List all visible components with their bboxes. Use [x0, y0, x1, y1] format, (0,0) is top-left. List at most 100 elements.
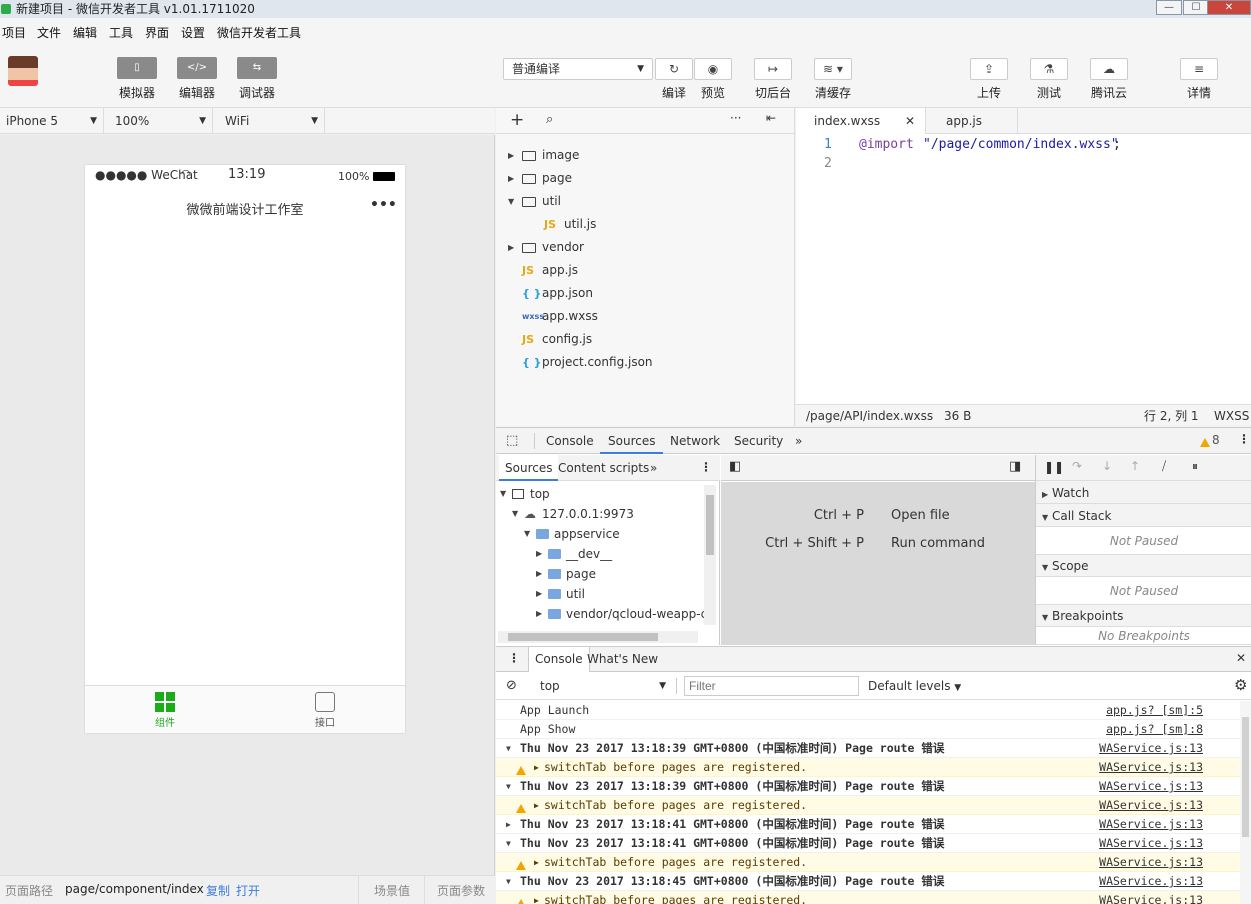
caret-down-icon[interactable]: ▼	[506, 872, 511, 891]
scene-button[interactable]: 场景值	[374, 882, 410, 899]
file-tree-item-vendor[interactable]: ▶ vendor	[496, 236, 795, 259]
console-log-row[interactable]: ▼ Thu Nov 23 2017 13:18:41 GMT+0800 (中国标准…	[496, 834, 1240, 853]
pause-exceptions-icon[interactable]: ⏸	[1192, 459, 1198, 474]
background-button[interactable]: ↦	[754, 58, 792, 80]
breakpoints-pane-header[interactable]: ▼ Breakpoints	[1036, 605, 1251, 627]
horizontal-scrollbar[interactable]	[498, 631, 698, 643]
caret-down-icon[interactable]: ▼	[508, 190, 514, 213]
kebab-menu-icon[interactable]: ⋮	[1238, 432, 1250, 446]
console-warning-row[interactable]: ▶ switchTab before pages are registered. W…	[496, 853, 1240, 872]
sources-tree-item[interactable]: ▼ top	[496, 484, 706, 504]
watch-pane-header[interactable]: ▶ Watch	[1036, 482, 1251, 504]
maximize-button[interactable]: ☐	[1183, 0, 1209, 15]
console-log-row[interactable]: App Launch app.js? [sm]:5	[496, 701, 1240, 720]
upload-button[interactable]: ⇪	[970, 58, 1008, 80]
file-tree-item-image[interactable]: ▶ image	[496, 144, 795, 167]
avatar[interactable]	[8, 56, 38, 86]
filter-input[interactable]	[684, 676, 859, 696]
phone-screen[interactable]: ●●●●● WeChat ◠ 13:19 100% 微微前端设计工作室 ••• …	[85, 165, 405, 733]
zoom-select[interactable]: 100% ▼	[109, 108, 213, 134]
console-source-link[interactable]: WAService.js:13	[1099, 758, 1203, 777]
clear-console-icon[interactable]: ⊘	[506, 678, 517, 693]
menu-item-view[interactable]: 界面	[145, 24, 169, 41]
compile-button[interactable]: ↻	[655, 58, 693, 80]
file-tree-item-util-js[interactable]: JS util.js	[496, 213, 795, 236]
open-path-link[interactable]: 打开	[236, 882, 260, 899]
caret-down-icon[interactable]: ▼	[500, 484, 506, 504]
caret-down-icon[interactable]: ▼	[524, 524, 530, 544]
sources-tree-item[interactable]: ▼ appservice	[496, 524, 706, 544]
search-icon[interactable]: ⌕	[546, 112, 553, 127]
caret-down-icon[interactable]: ▼	[512, 504, 518, 524]
page-params-button[interactable]: 页面参数	[437, 882, 485, 899]
step-into-icon[interactable]: ↓	[1102, 459, 1112, 473]
tab-index-wxss[interactable]: index.wxss ✕	[796, 108, 926, 134]
log-levels-select[interactable]: Default levels ▼	[868, 676, 961, 696]
more-tabs-button[interactable]: »	[650, 461, 657, 475]
sources-tree-item[interactable]: ▶ util	[496, 584, 706, 604]
caret-right-icon[interactable]: ▶	[534, 796, 539, 815]
caret-right-icon[interactable]: ▶	[534, 891, 539, 904]
sources-tree-item[interactable]: ▶ page	[496, 564, 706, 584]
tab-sources-nav[interactable]: Sources	[499, 455, 559, 481]
console-source-link[interactable]: WAService.js:13	[1099, 872, 1203, 891]
caret-right-icon[interactable]: ▶	[536, 544, 542, 564]
console-warning-row[interactable]: ▶ switchTab before pages are registered. W…	[496, 891, 1240, 904]
step-out-icon[interactable]: ↑	[1130, 459, 1140, 473]
menu-item-tools[interactable]: 工具	[109, 24, 133, 41]
caret-down-icon[interactable]: ▼	[506, 777, 511, 796]
tab-sources[interactable]: Sources	[600, 428, 664, 454]
sources-tree-item[interactable]: ▶ vendor/qcloud-weapp-cli	[496, 604, 714, 624]
console-source-link[interactable]: WAService.js:13	[1099, 777, 1203, 796]
file-tree-item-page[interactable]: ▶ page	[496, 167, 795, 190]
toggle-navigator-icon[interactable]: ◧	[729, 459, 741, 474]
file-tree-item-app-js[interactable]: JS app.js	[496, 259, 795, 282]
more-icon[interactable]: ···	[730, 111, 741, 125]
details-button[interactable]: ≡	[1180, 58, 1218, 80]
console-source-link[interactable]: WAService.js:13	[1099, 739, 1203, 758]
close-drawer-icon[interactable]: ✕	[1236, 651, 1246, 665]
menu-item-file[interactable]: 文件	[37, 24, 61, 41]
sources-tree-item[interactable]: ▶ __dev__	[496, 544, 706, 564]
close-window-button[interactable]: ✕	[1207, 0, 1251, 15]
toggle-debugger-icon[interactable]: ◨	[1009, 459, 1021, 474]
kebab-menu-icon[interactable]: ⋮	[508, 651, 520, 665]
scope-pane-header[interactable]: ▼ Scope	[1036, 555, 1251, 577]
menu-item-project[interactable]: 项目	[2, 24, 26, 41]
scrollbar[interactable]	[704, 485, 716, 625]
menu-item-edit[interactable]: 编辑	[73, 24, 97, 41]
close-icon[interactable]: ✕	[905, 108, 915, 134]
menu-item-settings[interactable]: 设置	[181, 24, 205, 41]
simulator-toggle[interactable]: ▯	[117, 57, 157, 79]
file-tree-item-app-wxss[interactable]: wxss app.wxss	[496, 305, 795, 328]
console-log-row[interactable]: ▶ Thu Nov 23 2017 13:18:41 GMT+0800 (中国标准…	[496, 815, 1240, 834]
console-log-row[interactable]: ▼ Thu Nov 23 2017 13:18:45 GMT+0800 (中国标准…	[496, 872, 1240, 891]
call-stack-pane-header[interactable]: ▼ Call Stack	[1036, 505, 1251, 527]
tab-security[interactable]: Security	[734, 428, 783, 454]
copy-path-link[interactable]: 复制	[206, 882, 230, 899]
caret-right-icon[interactable]: ▶	[536, 584, 542, 604]
console-warning-row[interactable]: ▶ switchTab before pages are registered. W…	[496, 796, 1240, 815]
console-source-link[interactable]: app.js? [sm]:5	[1106, 701, 1203, 720]
console-source-link[interactable]: WAService.js:13	[1099, 853, 1203, 872]
caret-right-icon[interactable]: ▶	[506, 815, 511, 834]
console-source-link[interactable]: WAService.js:13	[1099, 891, 1203, 904]
scrollbar-thumb[interactable]	[1242, 717, 1249, 837]
console-log-row[interactable]: ▼ Thu Nov 23 2017 13:18:39 GMT+0800 (中国标准…	[496, 739, 1240, 758]
minimize-button[interactable]: —	[1156, 0, 1182, 15]
test-button[interactable]: ⚗	[1030, 58, 1068, 80]
tab-api[interactable]: 接口	[285, 692, 365, 729]
file-tree-item-project-config-json[interactable]: { } project.config.json	[496, 351, 795, 374]
step-over-icon[interactable]: ↷	[1072, 459, 1082, 473]
file-tree-item-util[interactable]: ▼ util	[496, 190, 795, 213]
context-select[interactable]: top ▼	[532, 676, 672, 696]
caret-right-icon[interactable]: ▶	[508, 144, 514, 167]
console-source-link[interactable]: WAService.js:13	[1099, 815, 1203, 834]
caret-right-icon[interactable]: ▶	[536, 564, 542, 584]
more-tabs-button[interactable]: »	[795, 428, 802, 454]
menu-item-devtools[interactable]: 微信开发者工具	[217, 24, 301, 41]
tab-console[interactable]: Console	[546, 428, 594, 454]
compile-mode-select[interactable]: 普通编译 ▼	[503, 58, 653, 80]
add-file-icon[interactable]: +	[510, 110, 524, 130]
caret-right-icon[interactable]: ▶	[508, 236, 514, 259]
